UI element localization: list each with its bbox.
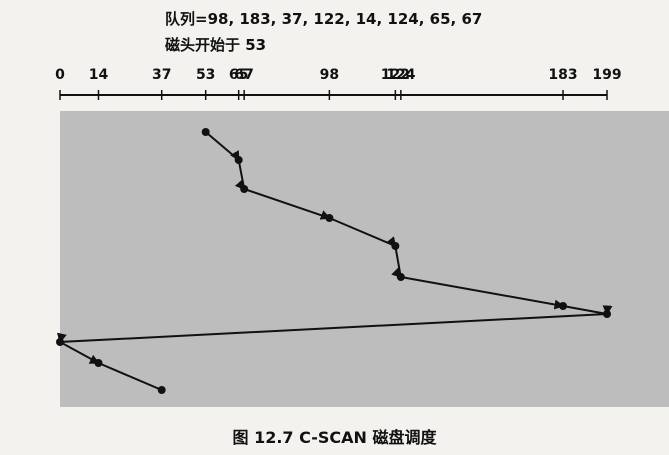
request-point xyxy=(325,214,334,222)
axis-tick-label: 183 xyxy=(548,67,577,83)
figure-caption: 图 12.7 C-SCAN 磁盘调度 xyxy=(232,428,437,447)
axis-tick-label: 14 xyxy=(89,67,109,83)
request-point xyxy=(240,185,249,193)
request-point xyxy=(94,359,103,367)
axis-tick-label: 37 xyxy=(152,67,171,83)
request-point xyxy=(559,302,568,310)
axis-tick-label: 98 xyxy=(320,67,339,83)
request-point xyxy=(234,156,243,164)
graph-background xyxy=(60,111,669,407)
request-point xyxy=(396,273,405,281)
request-point xyxy=(201,128,210,136)
page: 队列=98, 183, 37, 122, 14, 124, 65, 67 磁头开… xyxy=(0,0,669,455)
axis-tick-label: 124 xyxy=(386,67,415,83)
request-point xyxy=(391,242,400,250)
axis-tick-labels: 0 14 37 53 6567 98 122124 183 199 xyxy=(55,67,621,83)
request-point xyxy=(56,338,64,346)
c-scan-diagram: 0 14 37 53 6567 98 122124 183 199 xyxy=(55,67,669,407)
axis-tick-label: 67 xyxy=(234,67,253,83)
axis-tick-label: 0 xyxy=(55,67,65,83)
axis-tick-label: 53 xyxy=(196,67,215,83)
axis-tick-label: 199 xyxy=(592,67,621,83)
request-point xyxy=(157,386,166,394)
request-point xyxy=(603,310,611,318)
